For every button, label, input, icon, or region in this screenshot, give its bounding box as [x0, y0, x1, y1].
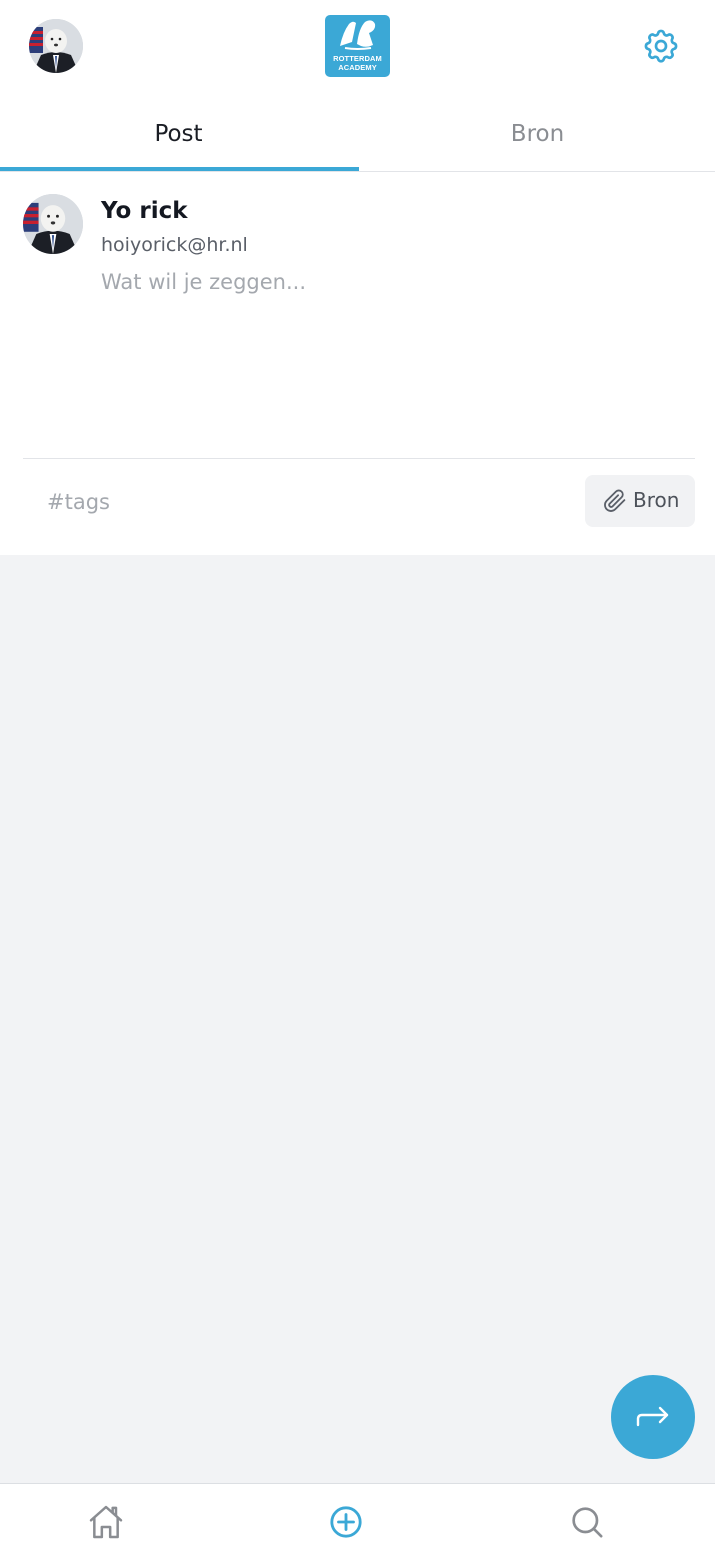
tags-input[interactable] — [47, 484, 447, 520]
tab-bron[interactable]: Bron — [359, 92, 715, 171]
logo-text-line2: ACADEMY — [338, 63, 377, 72]
composer-divider — [23, 458, 695, 459]
rotterdam-academy-logo: ROTTERDAM ACADEMY — [325, 15, 390, 77]
active-tab-indicator — [0, 167, 359, 171]
profile-avatar[interactable] — [29, 19, 83, 73]
app-header: ROTTERDAM ACADEMY — [0, 0, 715, 92]
avatar-image — [23, 194, 83, 254]
bottom-navigation — [0, 1483, 715, 1553]
user-name: Yo rick — [101, 198, 188, 224]
post-composer: Yo rick hoiyorick@hr.nl Bron — [0, 172, 715, 555]
add-source-label: Bron — [633, 488, 680, 512]
nav-home[interactable] — [86, 1502, 126, 1542]
nav-new-post[interactable] — [326, 1502, 366, 1542]
logo-text-line1: ROTTERDAM — [333, 54, 382, 63]
nav-search[interactable] — [567, 1502, 607, 1542]
logo-mark-icon — [340, 20, 376, 50]
add-source-button[interactable]: Bron — [585, 475, 695, 527]
search-icon — [572, 1507, 603, 1538]
user-avatar — [23, 194, 83, 254]
share-arrow-icon — [636, 1406, 669, 1427]
submit-post-button[interactable] — [611, 1375, 695, 1459]
tab-bar: Post Bron — [0, 92, 715, 172]
avatar-image — [29, 19, 83, 73]
post-text-input[interactable] — [101, 270, 681, 440]
tab-post[interactable]: Post — [0, 92, 357, 171]
home-icon — [89, 1505, 123, 1539]
plus-circle-icon — [330, 1506, 362, 1538]
user-email: hoiyorick@hr.nl — [101, 234, 248, 256]
paperclip-icon — [603, 489, 627, 518]
gear-icon — [644, 29, 678, 63]
settings-button[interactable] — [641, 26, 681, 66]
